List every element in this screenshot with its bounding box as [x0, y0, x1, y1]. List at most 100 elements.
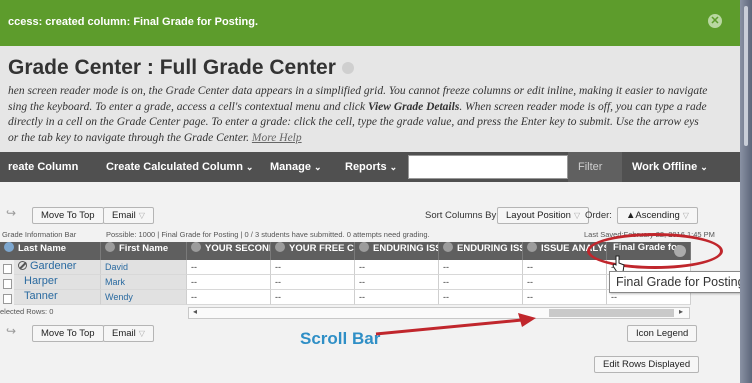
table-cell-first-name[interactable]: Wendy	[101, 290, 187, 305]
dropdown-icon: ▽	[138, 329, 145, 338]
email-button[interactable]: Email ▽	[103, 325, 154, 342]
reports-menu[interactable]: Reports ⌄	[345, 161, 397, 173]
close-icon[interactable]: ✕	[708, 14, 722, 28]
column-tooltip: Final Grade for Posting	[609, 271, 740, 293]
search-input[interactable]	[408, 155, 568, 179]
highlight-ring-annotation	[587, 233, 723, 269]
email-label: Email	[112, 210, 136, 221]
order-select[interactable]: ▲Ascending ▽	[617, 207, 698, 224]
row-checkbox[interactable]	[3, 279, 12, 289]
table-cell[interactable]: --	[523, 275, 607, 290]
column-menu-icon[interactable]	[105, 242, 115, 252]
chevron-down-icon: ⌄	[700, 162, 708, 172]
table-cell[interactable]: --	[187, 260, 271, 275]
desc-bold-text: View Grade Details	[367, 100, 460, 113]
column-menu-icon[interactable]	[359, 242, 369, 252]
work-offline-menu[interactable]: Work Offline ⌄	[632, 161, 708, 173]
column-header-label: ENDURING ISS	[373, 242, 439, 254]
table-row-last-name[interactable]: Harper	[14, 275, 101, 290]
filter-button[interactable]: Filter	[568, 152, 622, 182]
window-edge	[740, 0, 752, 383]
table-cell[interactable]: --	[439, 290, 523, 305]
column-menu-icon[interactable]	[275, 242, 285, 252]
page-header: Grade Center : Full Grade Center hen scr…	[0, 46, 740, 152]
table-cell-first-name[interactable]: David	[101, 260, 187, 275]
table-cell[interactable]: --	[355, 275, 439, 290]
sort-columns-label: Sort Columns By:	[425, 210, 499, 221]
red-arrow-annotation	[375, 313, 536, 336]
table-cell[interactable]: --	[355, 290, 439, 305]
table-cell[interactable]: --	[439, 260, 523, 275]
column-header-label: ENDURING ISS	[457, 242, 523, 254]
vertical-scrollbar[interactable]	[744, 6, 748, 146]
column-header-enduring-issue-2[interactable]: ENDURING ISS	[439, 242, 523, 260]
table-row-last-name[interactable]: Gardener	[14, 260, 101, 275]
column-header-your-free-choice[interactable]: YOUR FREE CH	[271, 242, 355, 260]
table-cell[interactable]: --	[187, 290, 271, 305]
reports-label: Reports	[345, 161, 387, 173]
success-message: ccess: created column: Final Grade for P…	[8, 16, 259, 28]
column-header-label: First Name	[119, 242, 169, 254]
table-cell[interactable]: --	[187, 275, 271, 290]
scroll-left-icon[interactable]: ◂	[193, 307, 197, 316]
table-cell[interactable]: --	[523, 290, 607, 305]
icon-legend-button[interactable]: Icon Legend	[627, 325, 698, 342]
column-menu-icon[interactable]	[527, 242, 537, 252]
info-bar-text: Possible: 1000 | Final Grade for Posting…	[106, 230, 430, 239]
column-header-last-name[interactable]: Last Name	[0, 242, 101, 260]
email-button[interactable]: Email ▽	[103, 207, 154, 224]
page-title: Grade Center : Full Grade Center	[8, 56, 354, 80]
table-cell[interactable]: --	[271, 260, 355, 275]
table-cell[interactable]: --	[355, 260, 439, 275]
action-bar: reate Column Create Calculated Column ⌄ M…	[0, 152, 740, 182]
return-arrow-icon: ↪	[6, 206, 17, 220]
email-label: Email	[112, 328, 136, 339]
column-header-label: Last Name	[18, 242, 67, 254]
create-calculated-column-menu[interactable]: Create Calculated Column ⌄	[106, 161, 253, 173]
column-header-label: YOUR FREE CH	[289, 242, 355, 254]
move-to-top-button[interactable]: Move To Top	[32, 325, 104, 342]
create-calculated-column-label: Create Calculated Column	[106, 161, 243, 173]
manage-menu[interactable]: Manage ⌄	[270, 161, 322, 173]
create-column-button[interactable]: reate Column	[8, 161, 78, 173]
edit-rows-displayed-button[interactable]: Edit Rows Displayed	[594, 356, 700, 373]
scroll-bar-annotation: Scroll Bar	[300, 329, 381, 348]
dropdown-icon: ▽	[138, 211, 145, 220]
column-menu-icon[interactable]	[4, 242, 14, 252]
work-offline-label: Work Offline	[632, 161, 698, 173]
column-header-your-second[interactable]: YOUR SECOND	[187, 242, 271, 260]
table-cell-first-name[interactable]: Mark	[101, 275, 187, 290]
sort-select-value: Layout Position	[506, 210, 571, 221]
screen-reader-description: hen screen reader mode is on, the Grade …	[8, 84, 708, 146]
sort-select[interactable]: Layout Position ▽	[497, 207, 590, 224]
column-menu-icon[interactable]	[443, 242, 453, 252]
chevron-down-icon: ⌄	[389, 162, 398, 172]
more-help-link[interactable]: More Help	[252, 132, 302, 144]
order-label: Order:	[585, 210, 612, 221]
order-select-value: ▲Ascending	[626, 210, 680, 221]
table-row-last-name[interactable]: Tanner	[14, 290, 101, 305]
browser-viewport: ccess: created column: Final Grade for P…	[0, 0, 740, 383]
scrollbar-thumb[interactable]	[549, 309, 674, 317]
table-cell[interactable]: --	[271, 275, 355, 290]
table-cell[interactable]: --	[523, 260, 607, 275]
row-checkbox[interactable]	[3, 264, 12, 274]
blocked-icon	[18, 261, 27, 270]
column-header-enduring-issue-1[interactable]: ENDURING ISS	[355, 242, 439, 260]
success-banner: ccess: created column: Final Grade for P…	[0, 0, 740, 46]
page-title-text: Grade Center : Full Grade Center	[8, 56, 336, 79]
chevron-down-icon: ⌄	[245, 162, 254, 172]
return-arrow-icon: ↪	[6, 324, 17, 338]
table-cell[interactable]: --	[439, 275, 523, 290]
column-header-label: YOUR SECOND	[205, 242, 271, 254]
chevron-down-icon: ⌄	[313, 162, 322, 172]
title-chevron-icon[interactable]	[341, 62, 354, 75]
move-to-top-button[interactable]: Move To Top	[32, 207, 104, 224]
row-checkbox[interactable]	[3, 294, 12, 304]
column-menu-icon[interactable]	[191, 242, 201, 252]
column-header-first-name[interactable]: First Name	[101, 242, 187, 260]
manage-label: Manage	[270, 161, 311, 173]
table-cell[interactable]: --	[271, 290, 355, 305]
info-bar-label: Grade Information Bar	[2, 230, 77, 239]
scroll-right-icon[interactable]: ▸	[679, 307, 683, 316]
